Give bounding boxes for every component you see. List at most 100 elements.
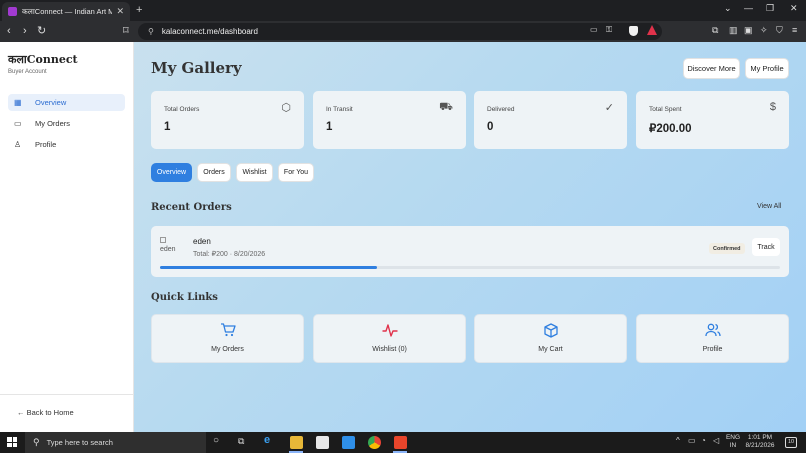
tab-for-you[interactable]: For You: [278, 163, 314, 182]
quick-link-wishlist[interactable]: Wishlist (0): [313, 314, 466, 363]
sidebar-item-label: Profile: [35, 140, 57, 149]
input-language[interactable]: ENG IN: [725, 434, 741, 450]
tab-wishlist[interactable]: Wishlist: [236, 163, 273, 182]
stat-value: 0: [487, 121, 494, 133]
quick-link-my-orders[interactable]: My Orders: [151, 314, 304, 363]
network-icon[interactable]: ◔: [701, 437, 706, 445]
address-bar[interactable]: ⚲ kalaconnect.me/dashboard: [138, 23, 662, 40]
stat-label: Delivered: [487, 106, 515, 113]
sidebar-item-my-orders[interactable]: ▭ My Orders: [8, 115, 125, 132]
cortana-icon[interactable]: ○: [213, 436, 219, 446]
track-button[interactable]: Track: [752, 238, 780, 256]
sidebar-toggle-icon[interactable]: ▥: [729, 25, 738, 36]
task-view-icon[interactable]: ⧉: [238, 437, 244, 446]
stat-value: 1: [164, 121, 171, 133]
edge-icon[interactable]: e: [264, 435, 270, 446]
vpn-icon[interactable]: ⛉: [776, 25, 783, 36]
windows-start-icon[interactable]: [7, 437, 17, 447]
quick-link-label: Wishlist (0): [372, 346, 407, 353]
order-progress-fill: [160, 266, 377, 269]
quick-link-my-cart[interactable]: My Cart: [474, 314, 627, 363]
grid-icon: ▦: [14, 98, 22, 107]
mail-icon[interactable]: [342, 436, 355, 449]
view-all-link[interactable]: View All: [757, 203, 781, 210]
cart-icon: [152, 323, 303, 339]
restore-button[interactable]: ❐: [766, 3, 774, 14]
tab-orders[interactable]: Orders: [197, 163, 231, 182]
quick-link-label: Profile: [702, 346, 723, 353]
leo-icon[interactable]: ✧: [760, 25, 768, 36]
tab-overview[interactable]: Overview: [151, 163, 192, 182]
my-profile-button[interactable]: My Profile: [745, 58, 789, 79]
sidebar-item-profile[interactable]: ♙ Profile: [8, 136, 125, 153]
language-code: ENG: [725, 434, 741, 441]
sidebar: कलाConnect Buyer Account ▦ Overview ▭ My…: [0, 42, 134, 432]
truck-icon: ⛟: [439, 101, 453, 113]
site-settings-icon[interactable]: ⚲: [148, 27, 154, 36]
heartbeat-icon: [314, 323, 465, 339]
brave-shields-icon[interactable]: [629, 26, 638, 36]
user-icon: ♙: [14, 140, 22, 149]
quick-links-heading: Quick Links: [151, 292, 218, 303]
order-meta: Total: ₽200 · 8/20/2026: [193, 251, 266, 258]
recent-orders-heading: Recent Orders: [151, 202, 232, 213]
order-progress-bar: [160, 266, 780, 269]
back-to-home-link[interactable]: ← Back to Home: [17, 408, 74, 417]
quick-link-profile[interactable]: Profile: [636, 314, 789, 363]
tab-close-button[interactable]: ✕: [116, 6, 124, 17]
sidebar-item-label: Overview: [35, 98, 67, 107]
store-icon[interactable]: [316, 436, 329, 449]
menu-icon[interactable]: ≡: [792, 25, 797, 35]
card-icon: ▭: [14, 119, 22, 128]
forward-arrow-icon[interactable]: ›: [23, 25, 27, 37]
stat-value: ₽200.00: [649, 123, 692, 135]
reload-icon[interactable]: ↻: [37, 25, 46, 37]
taskbar-search-input[interactable]: ⚲ Type here to search: [25, 432, 206, 453]
tab-title: कलाConnect — Indian Art Marke: [22, 6, 113, 16]
browser-tab[interactable]: कलाConnect — Indian Art Marke ✕: [2, 2, 130, 21]
brave-icon[interactable]: [394, 436, 407, 449]
favicon-icon: [8, 7, 17, 16]
new-tab-button[interactable]: +: [136, 4, 142, 16]
stat-card-total-orders: Total Orders 1 ⬡: [151, 91, 304, 149]
stat-label: Total Orders: [164, 106, 200, 113]
brand-logo[interactable]: कलाConnect: [8, 52, 78, 67]
browser-tab-strip: कलाConnect — Indian Art Marke ✕ + ⌄ — ❐ …: [0, 0, 806, 21]
bookmark-icon[interactable]: ⌑: [123, 25, 129, 37]
tab-search-icon[interactable]: ⌄: [724, 3, 732, 14]
order-image-alt: eden: [160, 246, 176, 253]
file-explorer-icon[interactable]: [290, 436, 303, 449]
discover-more-button[interactable]: Discover More: [683, 58, 740, 79]
stat-label: In Transit: [326, 106, 353, 113]
wallet-icon[interactable]: ▣: [744, 25, 753, 36]
minimize-button[interactable]: —: [744, 3, 753, 13]
clock[interactable]: 1:01 PM 8/21/2026: [744, 434, 776, 450]
app-root: कलाConnect Buyer Account ▦ Overview ▭ My…: [0, 42, 806, 432]
dollar-icon: $: [769, 101, 776, 113]
region-code: IN: [729, 442, 737, 449]
order-thumbnail: eden: [160, 236, 182, 254]
cast-icon[interactable]: ▭: [590, 25, 598, 34]
broken-image-icon: [160, 237, 166, 244]
stat-value: 1: [326, 121, 333, 133]
window-close-button[interactable]: ✕: [790, 3, 798, 14]
back-arrow-icon[interactable]: ‹: [7, 25, 11, 37]
chrome-icon[interactable]: [368, 436, 381, 449]
battery-icon[interactable]: ▭: [688, 437, 696, 445]
tray-chevron-icon[interactable]: ^: [676, 437, 680, 445]
url-text: kalaconnect.me/dashboard: [161, 27, 258, 36]
users-icon: [637, 323, 788, 339]
volume-icon[interactable]: ◁: [713, 437, 719, 445]
brave-rewards-icon[interactable]: [647, 25, 657, 35]
stat-label: Total Spent: [649, 106, 682, 113]
key-icon[interactable]: ⚿: [606, 25, 612, 35]
sidebar-item-overview[interactable]: ▦ Overview: [8, 94, 125, 111]
package-icon: [475, 323, 626, 340]
notification-center-icon[interactable]: 10: [785, 437, 797, 448]
extensions-icon[interactable]: ⧉: [712, 25, 718, 36]
account-type-label: Buyer Account: [8, 69, 47, 75]
search-placeholder: Type here to search: [46, 438, 113, 447]
check-circle-icon: ✓: [604, 102, 614, 114]
quick-link-label: My Orders: [211, 346, 244, 353]
stat-card-in-transit: In Transit 1 ⛟: [313, 91, 466, 149]
